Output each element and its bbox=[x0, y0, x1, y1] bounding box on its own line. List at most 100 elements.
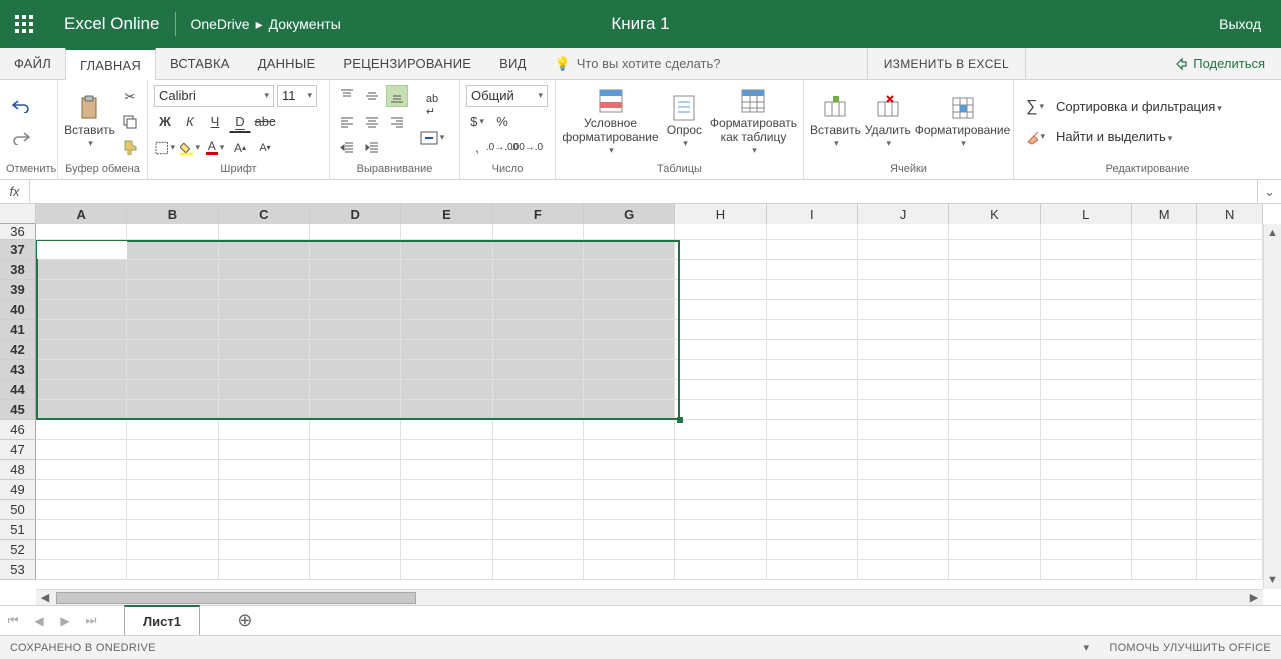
row-header[interactable]: 39 bbox=[0, 280, 36, 300]
autosum-button[interactable]: ∑ bbox=[1024, 96, 1046, 118]
cell[interactable] bbox=[949, 340, 1040, 360]
cell[interactable] bbox=[675, 320, 766, 340]
cell[interactable] bbox=[36, 460, 127, 480]
cell[interactable] bbox=[1132, 460, 1198, 480]
cell[interactable] bbox=[127, 260, 218, 280]
cell[interactable] bbox=[949, 560, 1040, 580]
cell[interactable] bbox=[1197, 224, 1263, 240]
cell[interactable] bbox=[767, 320, 858, 340]
undo-button[interactable] bbox=[10, 95, 32, 117]
cell[interactable] bbox=[401, 300, 492, 320]
cell[interactable] bbox=[584, 380, 675, 400]
row-header[interactable]: 47 bbox=[0, 440, 36, 460]
spreadsheet-grid[interactable]: ABCDEFGHIJKLMN 3637383940414243444546474… bbox=[0, 204, 1281, 605]
column-header[interactable]: K bbox=[949, 204, 1040, 224]
wrap-text-button[interactable]: ab↵ bbox=[418, 95, 446, 117]
row-header[interactable]: 53 bbox=[0, 560, 36, 580]
insert-cells-button[interactable]: Вставить bbox=[810, 87, 861, 157]
cell[interactable] bbox=[675, 440, 766, 460]
cell[interactable] bbox=[767, 280, 858, 300]
column-header[interactable]: B bbox=[127, 204, 218, 224]
cell[interactable] bbox=[310, 360, 401, 380]
cell[interactable] bbox=[401, 400, 492, 420]
cell[interactable] bbox=[767, 300, 858, 320]
cell[interactable] bbox=[1197, 260, 1263, 280]
cell[interactable] bbox=[219, 520, 310, 540]
cell[interactable] bbox=[1197, 480, 1263, 500]
cell[interactable] bbox=[767, 224, 858, 240]
cell[interactable] bbox=[36, 320, 127, 340]
cell[interactable] bbox=[219, 420, 310, 440]
cell[interactable] bbox=[767, 380, 858, 400]
cell[interactable] bbox=[584, 480, 675, 500]
cell[interactable] bbox=[584, 440, 675, 460]
column-header[interactable]: H bbox=[675, 204, 766, 224]
cell[interactable] bbox=[127, 380, 218, 400]
cell[interactable] bbox=[401, 280, 492, 300]
find-select-button[interactable]: Найти и выделить bbox=[1056, 129, 1172, 144]
cell[interactable] bbox=[584, 560, 675, 580]
column-header[interactable]: D bbox=[310, 204, 401, 224]
cell[interactable] bbox=[219, 340, 310, 360]
cell[interactable] bbox=[1041, 420, 1132, 440]
cell[interactable] bbox=[675, 400, 766, 420]
cell[interactable] bbox=[127, 460, 218, 480]
cell[interactable] bbox=[1132, 380, 1198, 400]
cell[interactable] bbox=[219, 500, 310, 520]
cell[interactable] bbox=[1041, 260, 1132, 280]
percent-button[interactable]: % bbox=[491, 111, 513, 133]
column-header[interactable]: G bbox=[584, 204, 675, 224]
paste-button[interactable]: Вставить bbox=[64, 87, 115, 157]
cell[interactable] bbox=[1132, 560, 1198, 580]
cell[interactable] bbox=[949, 480, 1040, 500]
cell[interactable] bbox=[858, 520, 949, 540]
row-header[interactable]: 40 bbox=[0, 300, 36, 320]
cell[interactable] bbox=[219, 260, 310, 280]
cell[interactable] bbox=[310, 280, 401, 300]
cell[interactable] bbox=[949, 520, 1040, 540]
cell[interactable] bbox=[493, 280, 584, 300]
cell[interactable] bbox=[36, 380, 127, 400]
cell[interactable] bbox=[127, 520, 218, 540]
cell[interactable] bbox=[219, 224, 310, 240]
cell[interactable] bbox=[949, 224, 1040, 240]
cell[interactable] bbox=[127, 440, 218, 460]
cell[interactable] bbox=[675, 460, 766, 480]
cell[interactable] bbox=[1041, 224, 1132, 240]
cell[interactable] bbox=[1197, 520, 1263, 540]
cell[interactable] bbox=[127, 400, 218, 420]
cell[interactable] bbox=[493, 300, 584, 320]
row-header[interactable]: 42 bbox=[0, 340, 36, 360]
survey-button[interactable]: Опрос bbox=[663, 87, 706, 157]
cell[interactable] bbox=[401, 240, 492, 260]
cell[interactable] bbox=[310, 300, 401, 320]
decrease-indent-button[interactable] bbox=[336, 137, 358, 159]
cell[interactable] bbox=[401, 460, 492, 480]
cell[interactable] bbox=[767, 460, 858, 480]
cell[interactable] bbox=[949, 460, 1040, 480]
cell[interactable] bbox=[584, 540, 675, 560]
cell[interactable] bbox=[1197, 440, 1263, 460]
cell[interactable] bbox=[219, 300, 310, 320]
row-header[interactable]: 45 bbox=[0, 400, 36, 420]
horizontal-scrollbar[interactable]: ◀ ▶ bbox=[36, 589, 1263, 605]
cell[interactable] bbox=[1041, 440, 1132, 460]
cell[interactable] bbox=[310, 400, 401, 420]
cell[interactable] bbox=[310, 560, 401, 580]
column-header[interactable]: A bbox=[36, 204, 127, 224]
cell[interactable] bbox=[493, 460, 584, 480]
cell[interactable] bbox=[310, 420, 401, 440]
cell[interactable] bbox=[1041, 340, 1132, 360]
cell[interactable] bbox=[310, 440, 401, 460]
cell[interactable] bbox=[858, 260, 949, 280]
column-header[interactable]: N bbox=[1197, 204, 1263, 224]
align-bottom-button[interactable] bbox=[386, 85, 408, 107]
tab-view[interactable]: ВИД bbox=[485, 48, 540, 80]
cell[interactable] bbox=[1197, 500, 1263, 520]
tab-home[interactable]: ГЛАВНАЯ bbox=[65, 48, 156, 80]
cell[interactable] bbox=[767, 400, 858, 420]
underline-button[interactable]: Ч bbox=[204, 111, 226, 133]
cell[interactable] bbox=[127, 280, 218, 300]
cell[interactable] bbox=[493, 420, 584, 440]
cell[interactable] bbox=[401, 440, 492, 460]
